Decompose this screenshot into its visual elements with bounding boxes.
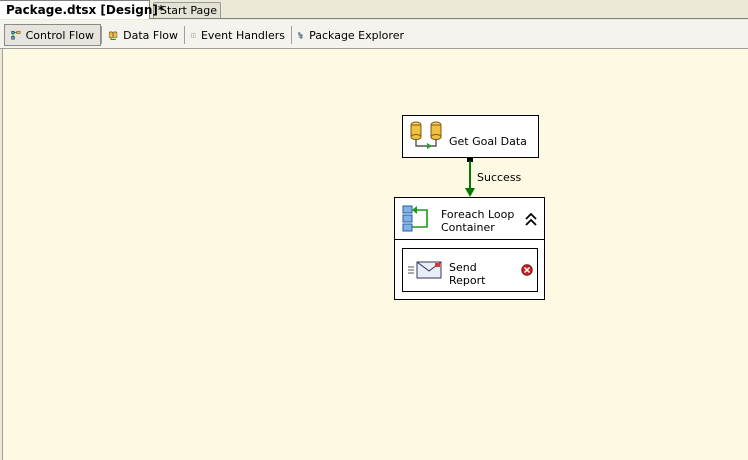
control-flow-canvas[interactable]: Success Get Goal Data Foreach Loop Conta… — [2, 49, 748, 460]
container-label-line2: Container — [441, 221, 495, 234]
task-label-line2: Report — [449, 274, 486, 287]
task-label: Send Report — [449, 261, 485, 287]
tab-label: Control Flow — [25, 28, 94, 42]
tab-event-handlers[interactable]: Event Handlers — [185, 24, 291, 46]
collapse-icon[interactable] — [525, 212, 537, 226]
send-mail-task-send-report[interactable]: Send Report — [402, 248, 538, 292]
container-label-line1: Foreach Loop — [441, 208, 515, 221]
error-icon — [521, 264, 533, 276]
data-flow-task-icon — [410, 121, 442, 149]
foreach-loop-icon — [402, 205, 428, 232]
data-flow-task-get-goal-data[interactable]: Get Goal Data — [402, 115, 539, 158]
document-tab-strip: Package.dtsx [Design]* Start Page — [0, 0, 748, 20]
tab-package-design[interactable]: Package.dtsx [Design]* — [0, 0, 164, 19]
constraint-label: Success — [477, 171, 522, 184]
event-handlers-icon — [191, 32, 196, 38]
task-label: Get Goal Data — [449, 135, 527, 148]
tab-label: Package Explorer — [309, 28, 404, 42]
data-flow-icon — [108, 30, 118, 40]
control-flow-icon — [11, 30, 21, 39]
container-label: Foreach Loop Container — [441, 208, 514, 234]
foreach-loop-container[interactable]: Foreach Loop Container Send Report — [394, 197, 545, 300]
tab-package-explorer[interactable]: Package Explorer — [292, 24, 410, 46]
container-header-divider — [395, 239, 544, 240]
tab-data-flow[interactable]: Data Flow — [102, 24, 184, 46]
tab-label: Data Flow — [123, 28, 178, 42]
designer-tab-bar: Control Flow Data Flow Event Handlers Pa… — [0, 20, 748, 49]
task-label-line1: Send — [449, 261, 477, 274]
success-precedence-constraint[interactable] — [463, 157, 477, 199]
package-explorer-icon — [298, 32, 303, 38]
send-mail-icon — [408, 261, 442, 279]
tab-control-flow[interactable]: Control Flow — [4, 24, 101, 46]
tab-label: Event Handlers — [200, 28, 285, 42]
